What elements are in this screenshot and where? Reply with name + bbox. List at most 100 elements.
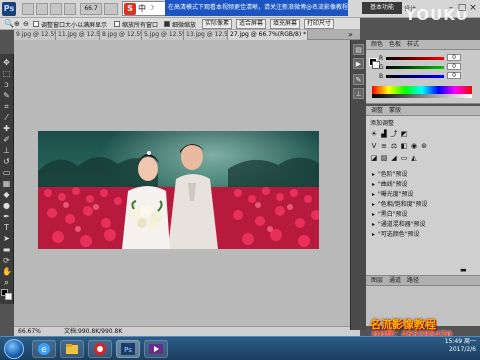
vibrance-icon[interactable]: V: [370, 142, 378, 150]
zoom-tool-icon[interactable]: ⌕: [2, 278, 11, 287]
taskbar-photoshop-icon[interactable]: Ps: [116, 340, 140, 358]
tab-styles[interactable]: 样式: [404, 40, 422, 50]
red-slider[interactable]: [386, 57, 444, 60]
scrubby-zoom-checkbox[interactable]: [164, 21, 170, 27]
blue-value[interactable]: 0: [447, 72, 461, 79]
blur-tool-icon[interactable]: ◆: [2, 190, 11, 199]
curves-icon[interactable]: ⤴: [390, 130, 398, 138]
bridge-button[interactable]: [22, 3, 34, 15]
print-size-button[interactable]: 打印尺寸: [304, 19, 334, 29]
move-tool-icon[interactable]: ✥: [2, 58, 11, 67]
preset-black-white[interactable]: ▸ "黑白"预设: [372, 210, 472, 219]
lasso-tool-icon[interactable]: ↄ: [2, 80, 11, 89]
eraser-tool-icon[interactable]: ▭: [2, 168, 11, 177]
ime-toolbar[interactable]: S 中 ☽: [122, 1, 170, 16]
actions-panel-icon[interactable]: ▶: [353, 58, 364, 69]
resize-windows-checkbox[interactable]: [33, 21, 39, 27]
posterize-icon[interactable]: ▨: [380, 154, 388, 162]
red-value[interactable]: 0: [447, 54, 461, 61]
shape-tool-icon[interactable]: ▬: [2, 245, 11, 254]
history-brush-tool-icon[interactable]: ↺: [2, 157, 11, 166]
eyedropper-tool-icon[interactable]: ⁄: [2, 113, 11, 122]
clone-source-panel-icon[interactable]: ⊥: [353, 88, 364, 99]
zoom-tool-icon[interactable]: 🔍: [4, 19, 14, 28]
minimize-icon[interactable]: –: [446, 3, 456, 14]
taskbar-ie-icon[interactable]: e: [32, 340, 56, 358]
preset-channel-mixer[interactable]: ▸ "通道混和器"预设: [372, 220, 472, 229]
tab-color[interactable]: 颜色: [368, 40, 386, 50]
3d-tool-icon[interactable]: ⟳: [2, 256, 11, 265]
color-spectrum-bar[interactable]: [372, 86, 472, 94]
taskbar-explorer-icon[interactable]: [60, 340, 84, 358]
tab-adjustments[interactable]: 调整: [368, 106, 386, 116]
zoom-out-icon[interactable]: ⊖: [23, 20, 29, 28]
green-value[interactable]: 0: [447, 63, 461, 70]
tab-masks[interactable]: 蒙版: [386, 106, 404, 116]
ime-mode[interactable]: 中: [138, 3, 146, 14]
threshold-icon[interactable]: ◢: [390, 154, 398, 162]
wedding-photo[interactable]: [38, 131, 319, 249]
green-slider[interactable]: [386, 66, 444, 69]
maximize-icon[interactable]: □: [457, 3, 467, 14]
hand-tool-button[interactable]: [104, 3, 118, 15]
preset-curves[interactable]: ▸ "曲线"预设: [372, 180, 472, 189]
brightness-icon[interactable]: ☀: [370, 130, 378, 138]
gradient-map-icon[interactable]: ▭: [400, 154, 408, 162]
canvas-area[interactable]: [14, 40, 360, 326]
quick-select-tool-icon[interactable]: ✎: [2, 91, 11, 100]
gradient-tool-icon[interactable]: ▦: [2, 179, 11, 188]
exposure-icon[interactable]: ◩: [400, 130, 408, 138]
tab-11-jpg[interactable]: 11.jpg @ 12.5%...: [56, 30, 100, 40]
start-button-icon[interactable]: [4, 339, 24, 359]
actual-pixels-button[interactable]: 实际像素: [202, 19, 232, 29]
marquee-tool-icon[interactable]: ⬚: [2, 69, 11, 78]
preset-selective-color[interactable]: ▸ "可选颜色"预设: [372, 230, 472, 239]
preset-exposure[interactable]: ▸ "曝光度"预设: [372, 190, 472, 199]
history-panel-icon[interactable]: ▤: [353, 44, 364, 55]
system-clock[interactable]: 15:49 周一 2017/2/6: [422, 338, 476, 354]
tab-paths[interactable]: 路径: [404, 276, 422, 286]
pen-tool-icon[interactable]: ✒: [2, 212, 11, 221]
brush-tool-icon[interactable]: ✐: [2, 135, 11, 144]
minibridge-button[interactable]: [36, 3, 48, 15]
brush-panel-icon[interactable]: ✎: [353, 74, 364, 85]
color-balance-icon[interactable]: ⚖: [390, 142, 398, 150]
crop-tool-icon[interactable]: ⌗: [2, 102, 11, 111]
hand-tool-icon[interactable]: ✋: [2, 267, 12, 276]
fill-screen-button[interactable]: 填充屏幕: [270, 19, 300, 29]
preset-hue-saturation[interactable]: ▸ "色相/饱和度"预设: [372, 200, 472, 209]
healing-brush-tool-icon[interactable]: ✚: [2, 124, 11, 133]
view-extras-button[interactable]: [50, 3, 62, 15]
tab-9-jpg[interactable]: 9.jpg @ 12.5%...: [14, 30, 56, 40]
tabs-overflow-icon[interactable]: »: [348, 30, 353, 40]
tab-channels[interactable]: 通道: [386, 276, 404, 286]
close-icon[interactable]: ×: [468, 3, 478, 14]
grayscale-bar[interactable]: [372, 94, 472, 98]
dodge-tool-icon[interactable]: ●: [2, 201, 11, 210]
background-color-swatch[interactable]: [5, 293, 12, 300]
fit-screen-button[interactable]: 适合屏幕: [236, 19, 266, 29]
hue-saturation-icon[interactable]: ≡: [380, 142, 388, 150]
tab-27-jpg[interactable]: 27.jpg @ 66.7%(RGB/8) *: [228, 30, 308, 40]
zoom-in-icon[interactable]: ⊕: [14, 20, 20, 28]
tab-swatches[interactable]: 色板: [386, 40, 404, 50]
taskbar-media-icon[interactable]: [144, 340, 168, 358]
invert-icon[interactable]: ◪: [370, 154, 378, 162]
tab-13-jpg[interactable]: 13.jpg @ 12.5%...: [184, 30, 228, 40]
clone-stamp-tool-icon[interactable]: ⊥: [2, 146, 11, 155]
selective-color-icon[interactable]: ◭: [410, 154, 418, 162]
levels-icon[interactable]: ▟: [380, 130, 388, 138]
black-white-icon[interactable]: ◧: [400, 142, 408, 150]
path-selection-tool-icon[interactable]: ➤: [2, 234, 11, 243]
channel-mixer-icon[interactable]: ⊛: [420, 142, 428, 150]
tab-8-jpg[interactable]: 8.jpg @ 12.5%...: [100, 30, 142, 40]
tab-5-jpg[interactable]: 5.jpg @ 12.5%...: [142, 30, 184, 40]
tab-layers[interactable]: 图层: [368, 276, 386, 286]
zoom-level-field[interactable]: 66.7: [80, 3, 102, 15]
zoom-all-windows-checkbox[interactable]: [114, 21, 120, 27]
workspace-essentials-button[interactable]: 基本功能: [362, 2, 402, 14]
blue-slider[interactable]: [386, 75, 444, 78]
adjustments-footer-icon[interactable]: ▬: [460, 266, 467, 274]
type-tool-icon[interactable]: T: [2, 223, 11, 232]
preset-levels[interactable]: ▸ "色阶"预设: [372, 170, 472, 179]
